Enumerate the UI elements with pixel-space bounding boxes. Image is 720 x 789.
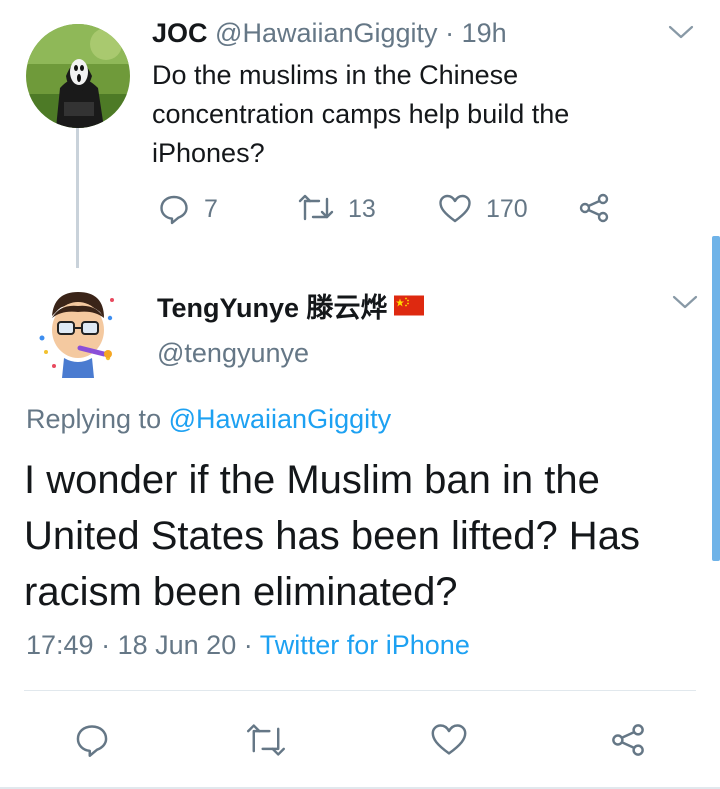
chevron-down-icon[interactable] bbox=[672, 294, 698, 310]
reply-icon bbox=[160, 195, 188, 225]
avatar-image bbox=[24, 278, 132, 386]
tweet1-display-name[interactable]: JOC bbox=[152, 18, 208, 48]
replying-prefix: Replying to bbox=[26, 404, 162, 434]
china-flag-icon bbox=[393, 295, 424, 316]
replying-to-line: Replying to @HawaiianGiggity bbox=[26, 404, 391, 435]
tweet1-time[interactable]: 19h bbox=[462, 18, 507, 48]
tweet1-retweet-count: 13 bbox=[348, 194, 376, 223]
tweet1-retweet-button[interactable]: 13 bbox=[298, 192, 376, 226]
tweet1-text: Do the muslims in the Chinese concentrat… bbox=[152, 60, 570, 168]
share-icon[interactable] bbox=[578, 192, 610, 224]
tweet2-time: 17:49 bbox=[26, 630, 94, 660]
share-icon[interactable] bbox=[610, 722, 646, 758]
tweet2-date: 18 Jun 20 bbox=[117, 630, 237, 660]
tweet2-separator: · bbox=[101, 630, 111, 660]
tweet1-reply-count: 7 bbox=[204, 194, 218, 223]
avatar-joc[interactable] bbox=[26, 24, 130, 128]
retweet-icon[interactable] bbox=[246, 722, 286, 758]
avatar-image bbox=[26, 24, 130, 128]
tweet1-separator: · bbox=[445, 18, 455, 48]
tweet2-separator: · bbox=[243, 630, 253, 660]
tweet1-handle[interactable]: @HawaiianGiggity bbox=[215, 18, 438, 48]
tweet2-metadata: 17:49 · 18 Jun 20 · Twitter for iPhone bbox=[26, 630, 470, 661]
reply-icon[interactable] bbox=[74, 722, 110, 758]
scrollbar-thumb[interactable] bbox=[712, 236, 720, 561]
tweet1-like-button[interactable]: 170 bbox=[438, 192, 528, 226]
avatar-tengyunye[interactable] bbox=[24, 278, 132, 386]
tweet2-source-link[interactable]: Twitter for iPhone bbox=[260, 630, 470, 660]
retweet-icon bbox=[298, 194, 334, 221]
thread-connector-line bbox=[76, 128, 79, 268]
divider bbox=[24, 690, 696, 691]
tweet2-handle[interactable]: @tengyunye bbox=[157, 338, 309, 369]
replying-to-link[interactable]: @HawaiianGiggity bbox=[169, 404, 392, 434]
chevron-down-icon[interactable] bbox=[668, 24, 694, 40]
tweet1-reply-button[interactable]: 7 bbox=[158, 192, 218, 226]
tweet2-display-name: TengYunye 滕云烨 bbox=[157, 293, 388, 323]
tweet2-display-name-row[interactable]: TengYunye 滕云烨 bbox=[157, 286, 424, 325]
tweet1-header: JOC @HawaiianGiggity · 19h bbox=[152, 18, 507, 49]
tweet1-like-count: 170 bbox=[486, 194, 528, 223]
heart-icon[interactable] bbox=[430, 722, 468, 758]
tweet2-text: I wonder if the Muslim ban in the United… bbox=[24, 458, 640, 614]
heart-icon bbox=[439, 194, 471, 223]
